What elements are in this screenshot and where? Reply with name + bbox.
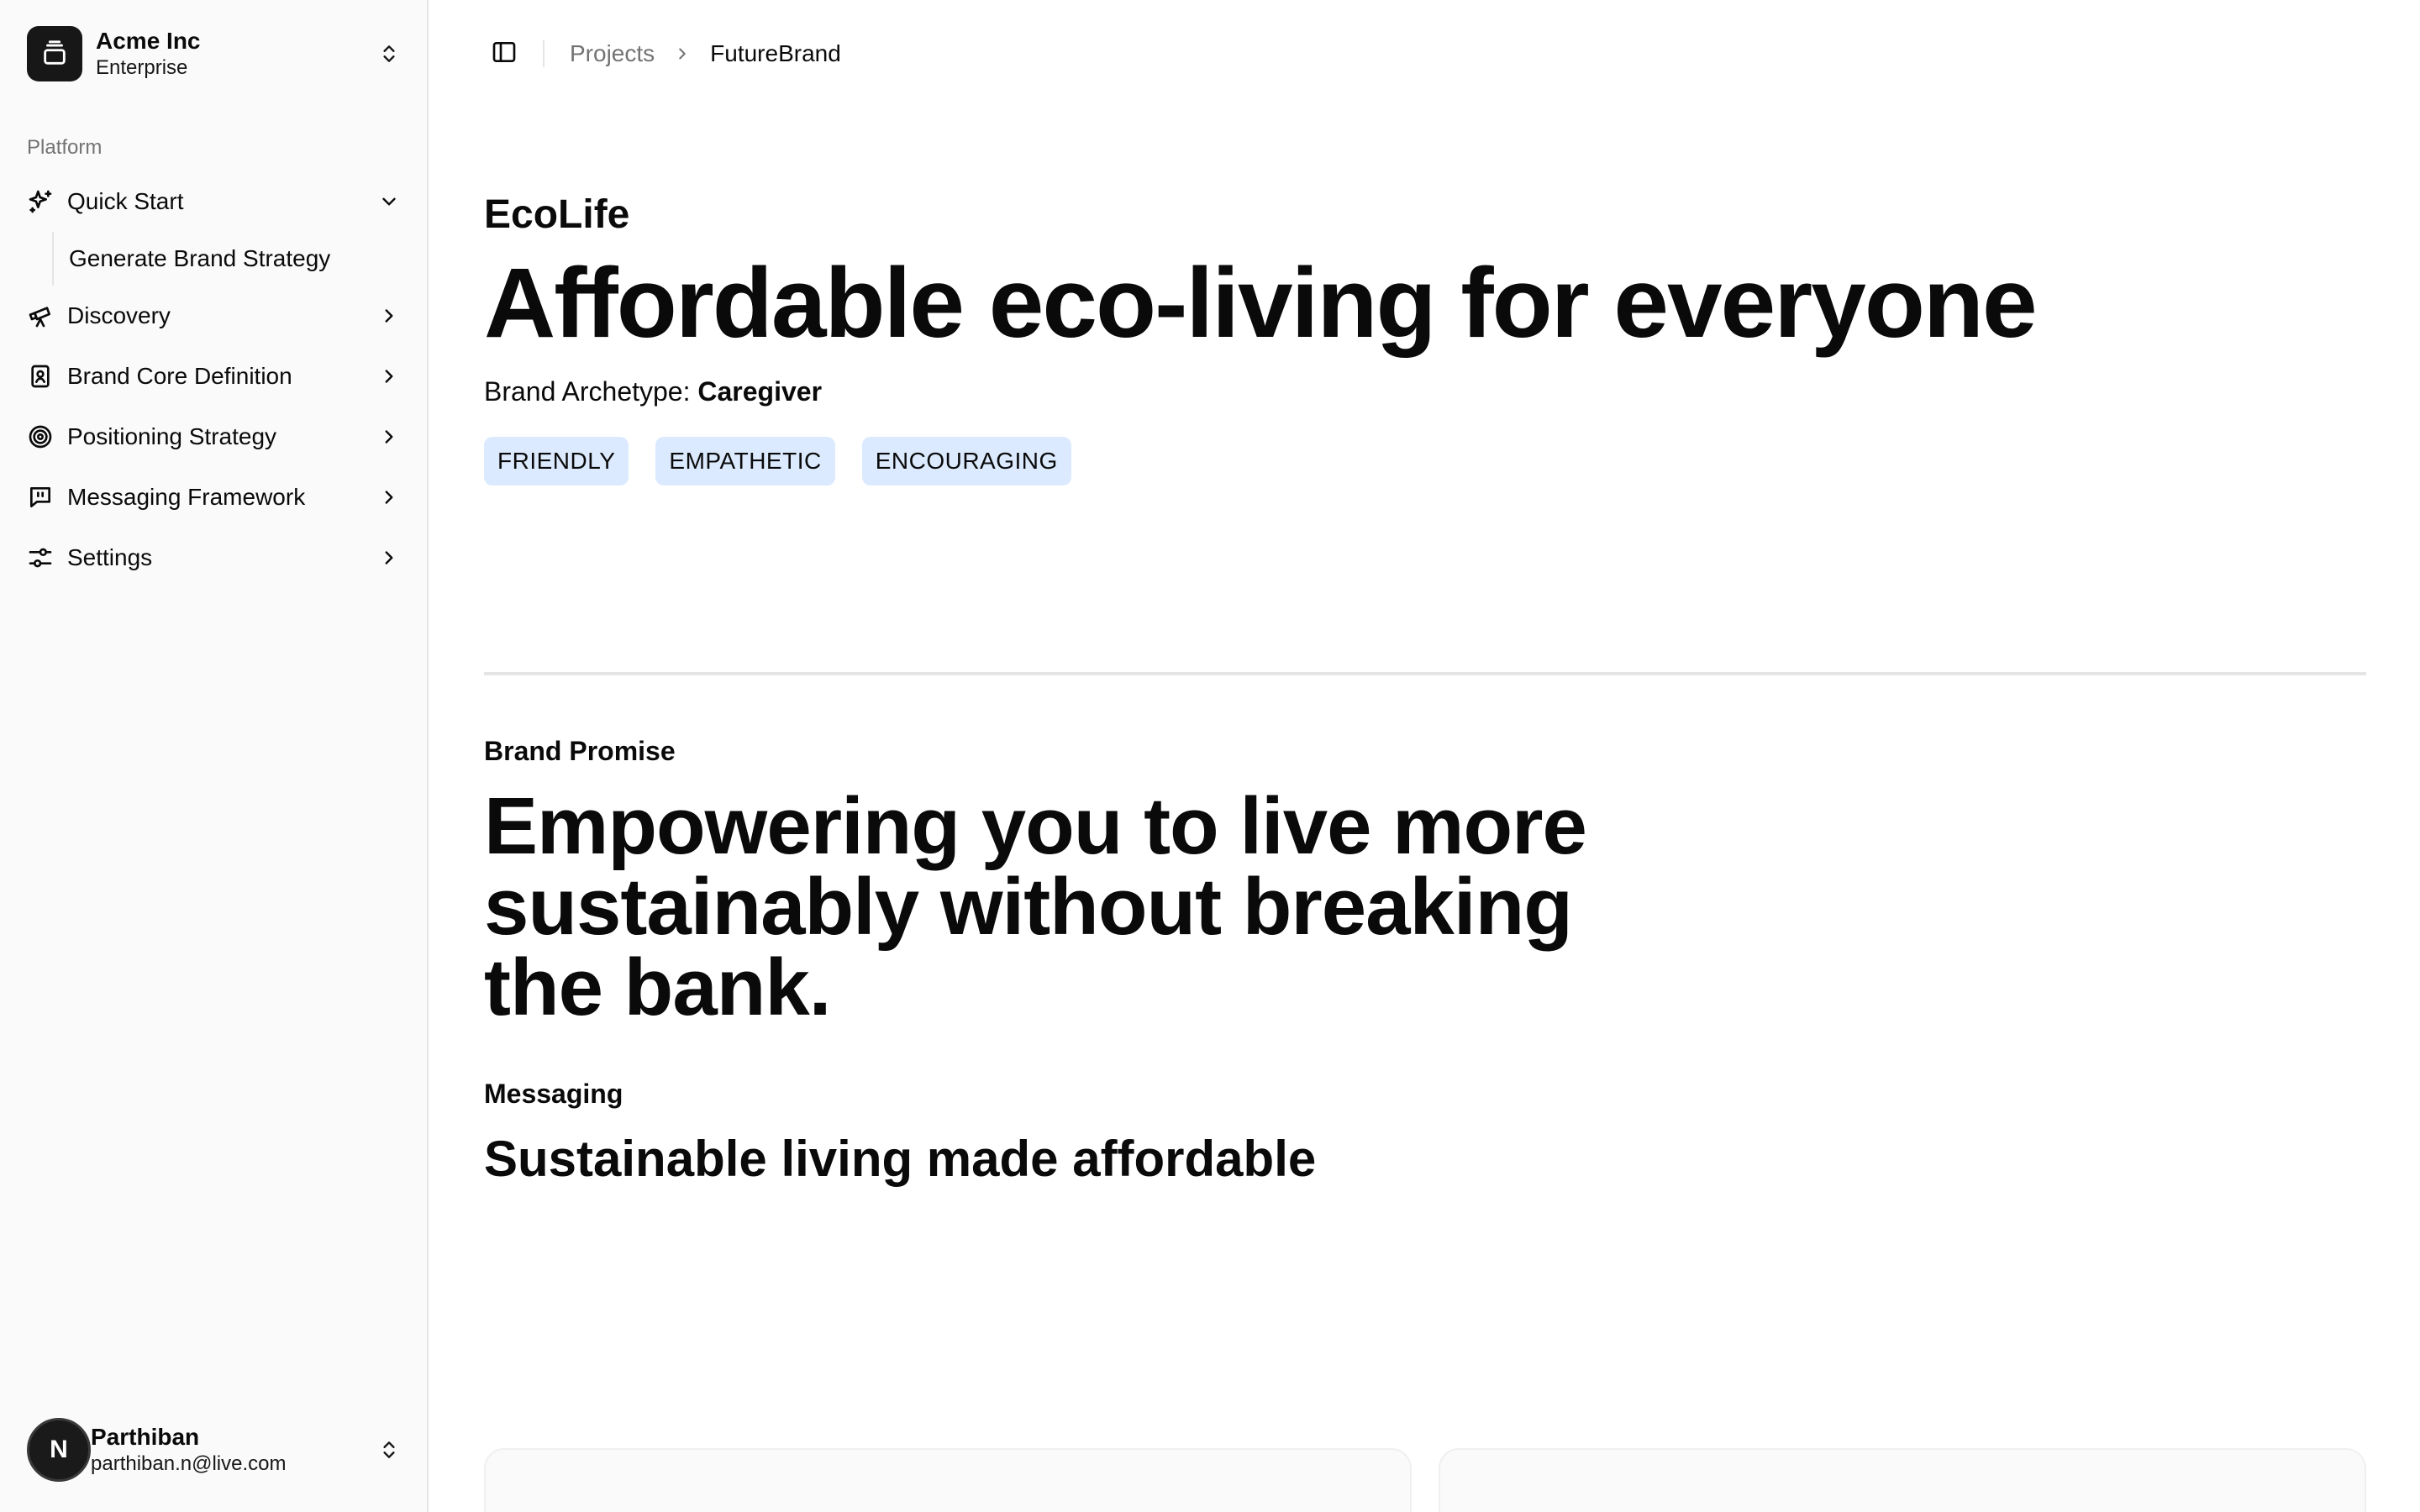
target-icon: [27, 423, 54, 450]
content-card: [1439, 1448, 2366, 1512]
breadcrumb: Projects FutureBrand: [570, 40, 841, 67]
sidebar-item-label: Settings: [67, 544, 153, 570]
topbar: Projects FutureBrand: [484, 34, 841, 74]
chevrons-up-down-icon: [378, 43, 400, 65]
sidebar-item-settings[interactable]: Settings: [13, 528, 413, 588]
team-name: Acme Inc: [96, 28, 201, 54]
sidebar-toggle-button[interactable]: [484, 34, 524, 74]
avatar: N: [27, 1418, 91, 1482]
messaging-label: Messaging: [484, 1079, 623, 1109]
tone-tags: FRIENDLY EMPATHETIC ENCOURAGING: [484, 437, 1071, 486]
sidebar-item-label: Brand Core Definition: [67, 363, 292, 389]
section-divider: [484, 672, 2366, 675]
team-switcher[interactable]: Acme Inc Enterprise: [13, 13, 413, 94]
chevron-right-icon: [378, 486, 400, 508]
sidebar-item-label: Messaging Framework: [67, 484, 306, 510]
panel-left-icon: [491, 39, 518, 70]
brand-archetype-label: Brand Archetype:: [484, 376, 698, 407]
chevron-down-icon: [378, 191, 400, 213]
sidebar: Acme Inc Enterprise Platform Quick Start: [0, 0, 429, 1512]
team-logo-icon: [27, 26, 82, 81]
tone-tag: EMPATHETIC: [655, 437, 835, 486]
brand-promise-text: Empowering you to live more sustainably …: [484, 781, 1587, 1032]
sidebar-item-messaging-framework[interactable]: Messaging Framework: [13, 467, 413, 528]
brand-tagline: Affordable eco-living for everyone: [484, 248, 2038, 359]
chevron-right-icon: [378, 426, 400, 448]
tone-tag: ENCOURAGING: [861, 437, 1071, 486]
sidebar-group-label: Platform: [27, 136, 103, 159]
chevron-right-icon: [378, 305, 400, 327]
message-quote-icon: [27, 484, 54, 511]
chevron-right-icon: [378, 365, 400, 387]
breadcrumb-link-projects[interactable]: Projects: [570, 40, 655, 67]
user-email: parthiban.n@live.com: [91, 1452, 287, 1475]
sidebar-item-label: Positioning Strategy: [67, 423, 277, 449]
sidebar-nav: Quick Start Generate Brand Strategy Disc…: [13, 171, 413, 588]
sidebar-item-brand-core-definition[interactable]: Brand Core Definition: [13, 346, 413, 407]
chevron-right-icon: [673, 45, 692, 63]
sidebar-item-label: Quick Start: [67, 188, 184, 214]
tone-tag: FRIENDLY: [484, 437, 629, 486]
brand-archetype: Brand Archetype: Caregiver: [484, 375, 822, 408]
chevron-right-icon: [378, 547, 400, 569]
chevrons-up-down-icon: [378, 1439, 400, 1461]
main-content: Projects FutureBrand EcoLife Affordable …: [430, 0, 2420, 1512]
brand-name: EcoLife: [484, 192, 630, 237]
sidebar-item-discovery[interactable]: Discovery: [13, 286, 413, 346]
breadcrumb-current-page: FutureBrand: [710, 40, 841, 66]
book-user-icon: [27, 363, 54, 390]
sidebar-subnav: Generate Brand Strategy: [52, 232, 413, 286]
team-info: Acme Inc Enterprise: [96, 27, 201, 81]
content-card: [484, 1448, 1412, 1512]
topbar-separator: [543, 40, 544, 67]
user-switcher[interactable]: N Parthiban parthiban.n@live.com: [13, 1401, 413, 1499]
sliders-icon: [27, 544, 54, 571]
brand-promise-label: Brand Promise: [484, 736, 676, 766]
user-info: Parthiban parthiban.n@live.com: [91, 1423, 286, 1477]
sidebar-subitem-generate-brand-strategy[interactable]: Generate Brand Strategy: [69, 245, 330, 272]
sidebar-item-quick-start[interactable]: Quick Start: [13, 171, 413, 232]
sidebar-item-positioning-strategy[interactable]: Positioning Strategy: [13, 407, 413, 467]
sidebar-item-label: Discovery: [67, 302, 171, 328]
telescope-icon: [27, 302, 54, 329]
brand-archetype-value: Caregiver: [697, 376, 823, 407]
team-plan: Enterprise: [96, 56, 188, 79]
user-name: Parthiban: [91, 1424, 200, 1450]
messaging-text: Sustainable living made affordable: [484, 1131, 1317, 1187]
sparkles-icon: [27, 188, 54, 215]
